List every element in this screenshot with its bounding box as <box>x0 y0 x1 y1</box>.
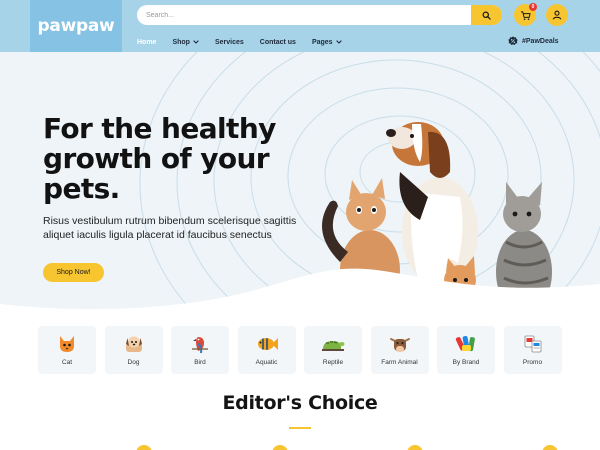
category-promo[interactable]: Promo <box>503 326 562 374</box>
nav-shop[interactable]: Shop <box>172 39 199 46</box>
nav-home[interactable]: Home <box>137 39 156 46</box>
cart-icon <box>520 10 531 20</box>
bird-icon <box>192 337 208 354</box>
category-label: Bird <box>194 359 206 366</box>
category-aquatic[interactable]: Aquatic <box>237 326 296 374</box>
nav-home-label: Home <box>137 38 157 46</box>
promo-icon <box>524 335 541 353</box>
cat-icon <box>60 336 74 352</box>
main-nav: Home Shop Services Contact us Pages <box>137 36 358 48</box>
chevron-down-icon <box>335 40 342 44</box>
reptile-icon <box>322 341 345 351</box>
nav-contact-label: Contact us <box>259 38 296 46</box>
search-button[interactable] <box>471 5 502 25</box>
fish-icon <box>257 338 278 350</box>
cart-button[interactable]: 0 <box>514 3 537 26</box>
category-label: Cat <box>61 359 73 366</box>
search-input[interactable] <box>137 5 471 25</box>
cart-count-badge: 0 <box>529 3 537 11</box>
nav-pages-label: Pages <box>311 38 333 46</box>
category-reptile[interactable]: Reptile <box>304 326 362 374</box>
category-label: Dog <box>127 359 140 366</box>
category-label: Farm Animal <box>381 359 418 366</box>
nav-services-label: Services <box>214 38 244 46</box>
category-label: By Brand <box>452 359 480 366</box>
percent-badge-icon <box>508 36 518 45</box>
search-bar <box>137 5 502 25</box>
hero-banner: For the healthy growth of your pets. Ris… <box>0 52 600 314</box>
site-header: pawpaw 0 Home Shop Serv <box>0 0 600 52</box>
brand-icon <box>455 335 475 352</box>
paw-deals-link[interactable]: #PawDeals <box>508 36 559 46</box>
category-list: Cat Dog Bird Aquatic Reptile Farm Animal… <box>38 326 570 374</box>
product-badge <box>272 445 288 450</box>
category-cat[interactable]: Cat <box>38 326 96 374</box>
product-badge <box>407 445 423 450</box>
search-icon <box>482 11 491 20</box>
user-icon <box>552 10 562 20</box>
category-by-brand[interactable]: By Brand <box>437 326 495 374</box>
category-label: Aquatic <box>255 359 278 366</box>
product-badge <box>542 445 558 450</box>
nav-shop-label: Shop <box>172 38 190 46</box>
chevron-down-icon <box>193 40 199 44</box>
category-dog[interactable]: Dog <box>104 326 163 374</box>
cow-icon <box>389 338 410 352</box>
logo-text: pawpaw <box>37 16 115 36</box>
hero-title: For the healthy growth of your pets. <box>43 112 276 205</box>
nav-contact[interactable]: Contact us <box>260 39 296 46</box>
category-bird[interactable]: Bird <box>171 326 229 374</box>
category-label: Promo <box>522 359 543 366</box>
hero-description: Risus vestibulum rutrum bibendum sceleri… <box>43 215 297 241</box>
product-badge <box>136 445 152 450</box>
nav-services[interactable]: Services <box>215 39 244 46</box>
shop-now-button[interactable]: Shop Now! <box>43 263 104 282</box>
category-label: Reptile <box>322 359 344 366</box>
editors-choice-title: Editor's Choice <box>222 392 378 414</box>
nav-pages[interactable]: Pages <box>312 39 342 46</box>
title-underline <box>289 427 311 429</box>
paw-deals-label: #PawDeals <box>522 37 559 45</box>
category-farm-animal[interactable]: Farm Animal <box>370 326 429 374</box>
dog-icon <box>125 336 142 352</box>
account-button[interactable] <box>546 4 568 26</box>
logo[interactable]: pawpaw <box>30 0 122 52</box>
